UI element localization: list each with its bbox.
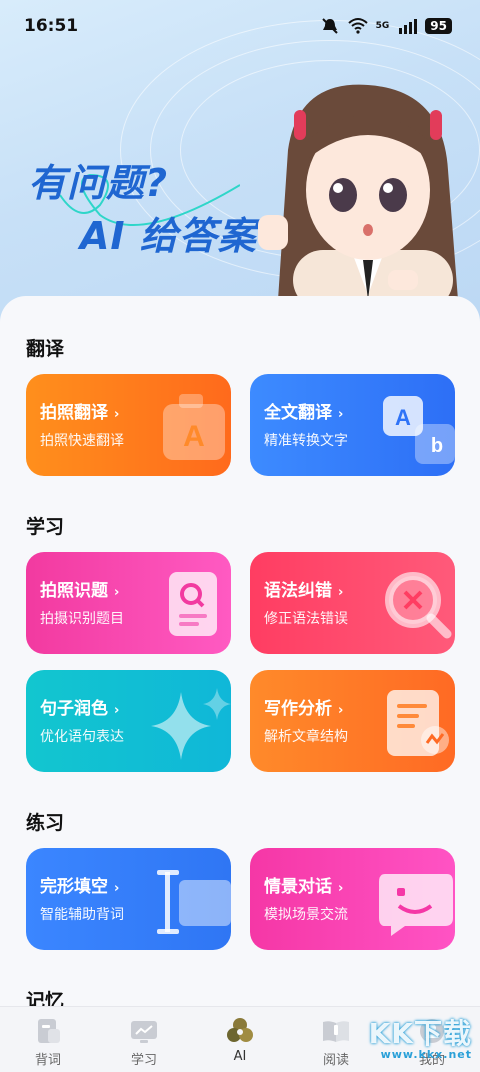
battery-indicator: 95 xyxy=(425,18,452,34)
card-title: 全文翻译 xyxy=(264,403,332,423)
status-icons: 5G 95 xyxy=(320,17,452,35)
chevron-right-icon: › xyxy=(114,881,120,896)
card-subtitle: 优化语句表达 xyxy=(40,729,124,745)
card-title: 拍照识题 xyxy=(40,581,108,601)
feature-panel: 翻译 拍照翻译 › 拍照快速翻译 A 全文翻译 › 精准转换文字 A b 学习 拍照… xyxy=(0,296,480,1006)
chevron-right-icon: › xyxy=(338,407,344,422)
section-title-memory: 记忆 xyxy=(26,990,65,1006)
card-subtitle: 修正语法错误 xyxy=(264,611,348,627)
section-title-practice: 练习 xyxy=(26,812,65,834)
cards-icon xyxy=(38,1019,60,1043)
wifi-icon xyxy=(347,18,368,34)
mascot-girl-illustration xyxy=(258,84,458,300)
status-time: 16:51 xyxy=(24,16,79,36)
card-title: 语法纠错 xyxy=(264,581,332,601)
chevron-right-icon: › xyxy=(114,703,120,718)
text-cursor-icon xyxy=(157,870,231,934)
watermark-text: KK下载 xyxy=(368,1017,472,1050)
book-icon xyxy=(323,1021,349,1042)
tab-label: AI xyxy=(233,1049,247,1064)
tab-ai[interactable]: AI xyxy=(192,1007,288,1072)
card-title: 拍照翻译 xyxy=(40,403,108,423)
hero-slogan-line2: AI 给答案 xyxy=(80,214,257,258)
chat-smile-icon xyxy=(379,874,453,936)
hero-banner: 16:51 5G 95 有问题? AI 给答案 xyxy=(0,0,480,330)
card-subtitle: 精准转换文字 xyxy=(264,433,348,449)
signal-icon xyxy=(399,19,418,34)
camera-a-icon: A xyxy=(163,394,225,460)
tab-study[interactable]: 学习 xyxy=(96,1007,192,1072)
translate-ab-icon: A b xyxy=(383,396,455,464)
card-scenario-dialogue[interactable]: 情景对话 › 模拟场景交流 xyxy=(250,848,455,950)
status-bar: 16:51 5G 95 xyxy=(24,14,452,38)
network-label: 5G xyxy=(375,21,390,31)
tab-vocab[interactable]: 背词 xyxy=(0,1007,96,1072)
card-title: 句子润色 xyxy=(40,699,108,719)
card-subtitle: 模拟场景交流 xyxy=(264,907,348,923)
card-writing-analysis[interactable]: 写作分析 › 解析文章结构 xyxy=(250,670,455,772)
chevron-right-icon: › xyxy=(338,881,344,896)
svg-text:A: A xyxy=(183,420,205,453)
card-subtitle: 解析文章结构 xyxy=(264,729,348,745)
chevron-right-icon: › xyxy=(114,585,120,600)
card-full-translate[interactable]: 全文翻译 › 精准转换文字 A b xyxy=(250,374,455,476)
section-title-translate: 翻译 xyxy=(26,338,65,360)
card-title: 写作分析 xyxy=(264,699,332,719)
card-photo-question[interactable]: 拍照识题 › 拍摄识别题目 xyxy=(26,552,231,654)
chevron-right-icon: › xyxy=(338,703,344,718)
site-watermark: KK下载 www.kkx.net xyxy=(369,1012,472,1061)
svg-text:A: A xyxy=(395,405,411,430)
tab-label: 背词 xyxy=(34,1053,61,1068)
card-sentence-polish[interactable]: 句子润色 › 优化语句表达 xyxy=(26,670,231,772)
section-title-study: 学习 xyxy=(26,516,65,538)
card-subtitle: 智能辅助背词 xyxy=(40,907,124,923)
card-photo-translate[interactable]: 拍照翻译 › 拍照快速翻译 A xyxy=(26,374,231,476)
card-subtitle: 拍摄识别题目 xyxy=(40,611,124,627)
tab-label: 阅读 xyxy=(322,1053,349,1068)
card-title: 完形填空 xyxy=(40,877,108,897)
document-chart-icon xyxy=(387,690,449,756)
sparkle-icon xyxy=(151,688,231,760)
hero-slogan-line1: 有问题? xyxy=(28,161,169,205)
watermark-url: www.kkx.net xyxy=(380,1048,472,1061)
card-title: 情景对话 xyxy=(264,877,332,897)
ai-icon xyxy=(227,1018,253,1042)
chevron-right-icon: › xyxy=(114,407,120,422)
mute-bell-icon xyxy=(321,18,338,34)
card-grammar-check[interactable]: 语法纠错 › 修正语法错误 xyxy=(250,552,455,654)
monitor-icon xyxy=(131,1021,157,1043)
card-cloze-test[interactable]: 完形填空 › 智能辅助背词 xyxy=(26,848,231,950)
scan-document-icon xyxy=(169,572,217,636)
magnifier-x-icon xyxy=(385,572,452,639)
svg-text:b: b xyxy=(431,435,443,457)
chevron-right-icon: › xyxy=(338,585,344,600)
card-subtitle: 拍照快速翻译 xyxy=(40,433,124,449)
tab-label: 学习 xyxy=(130,1053,157,1068)
